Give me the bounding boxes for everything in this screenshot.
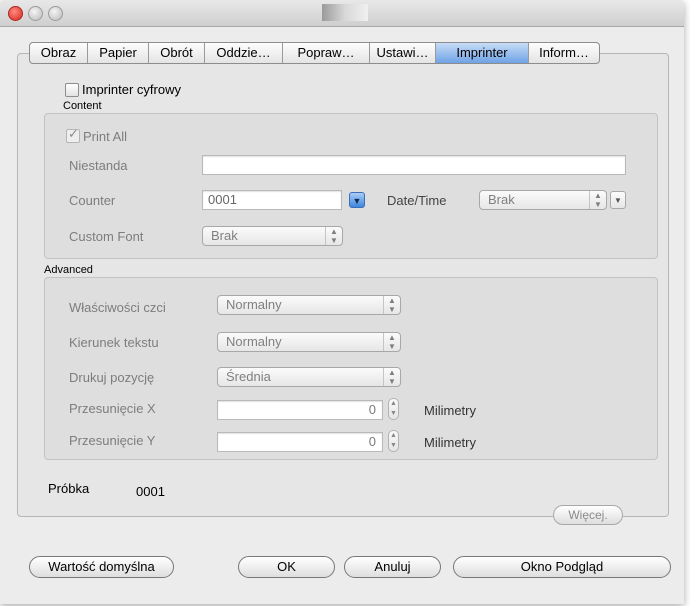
counter-field[interactable]: 0001: [202, 190, 342, 210]
tab-obraz[interactable]: Obraz: [30, 43, 88, 63]
offset-x-label: Przesunięcie X: [69, 401, 156, 416]
up-down-arrows-icon: ▲ ▼: [383, 368, 400, 386]
advanced-section-label: Advanced: [44, 264, 93, 276]
counter-label: Counter: [69, 193, 116, 208]
tab-poprawki[interactable]: Popraw…: [283, 43, 370, 63]
close-window-button[interactable]: [8, 6, 23, 21]
checkmark-icon: ✓: [68, 126, 79, 141]
window-title-image: [322, 4, 368, 21]
offset-y-unit: Milimetry: [424, 435, 476, 450]
offset-y-stepper[interactable]: ▲ ▼: [388, 430, 399, 452]
cancel-button[interactable]: Anuluj: [344, 556, 441, 578]
minimize-window-button[interactable]: [28, 6, 43, 21]
print-dialog-window: Imprinter cyfrowy Content ✓ Print All Ni…: [0, 0, 684, 604]
up-down-arrows-icon: ▲ ▼: [589, 191, 606, 209]
imprinter-checkbox[interactable]: [65, 83, 79, 97]
content-group: ✓ Print All Niestanda Counter 0001 ▼ Dat…: [44, 113, 658, 259]
datetime-dropdown-button[interactable]: ▼: [610, 191, 626, 209]
print-all-label: Print All: [83, 129, 128, 144]
custom-font-popup[interactable]: Brak ▲ ▼: [202, 226, 343, 246]
content-section-label: Content: [63, 100, 102, 112]
triangle-down-icon: ▼: [352, 196, 362, 206]
sample-value: 0001: [136, 484, 165, 499]
tab-content-pane: Imprinter cyfrowy Content ✓ Print All Ni…: [17, 53, 669, 525]
custom-text-field[interactable]: [202, 155, 626, 175]
custom-font-label: Custom Font: [69, 229, 144, 244]
tab-papier[interactable]: Papier: [88, 43, 149, 63]
triangle-down-icon: ▼: [614, 196, 622, 205]
restore-defaults-button[interactable]: Wartość domyślna: [29, 556, 174, 578]
datetime-popup[interactable]: Brak ▲ ▼: [479, 190, 607, 210]
up-down-arrows-icon: ▲ ▼: [383, 296, 400, 314]
title-bar: [0, 0, 684, 27]
font-attributes-label: Właściwości czci: [69, 300, 166, 315]
offset-x-field[interactable]: 0: [217, 400, 383, 420]
up-down-arrows-icon: ▲ ▼: [383, 333, 400, 351]
print-position-popup[interactable]: Średnia ▲ ▼: [217, 367, 401, 387]
offset-x-stepper[interactable]: ▲ ▼: [388, 398, 399, 420]
more-button[interactable]: Więcej.: [553, 505, 623, 525]
tab-ustawienia[interactable]: Ustawi…: [370, 43, 436, 63]
imprinter-checkbox-label: Imprinter cyfrowy: [82, 82, 181, 97]
advanced-group: Właściwości czci Normalny ▲ ▼ Kierunek te…: [44, 277, 658, 460]
tab-informacje[interactable]: Inform…: [529, 43, 599, 63]
datetime-label: Date/Time: [387, 193, 447, 208]
text-direction-label: Kierunek tekstu: [69, 335, 159, 350]
sample-label: Próbka: [48, 481, 90, 496]
offset-y-field[interactable]: 0: [217, 432, 383, 452]
zoom-window-button[interactable]: [48, 6, 63, 21]
custom-text-label: Niestanda: [69, 158, 128, 173]
tab-oddzielanie[interactable]: Oddzie…: [205, 43, 283, 63]
offset-x-unit: Milimetry: [424, 403, 476, 418]
tab-obrot[interactable]: Obrót: [149, 43, 205, 63]
print-all-checkbox[interactable]: ✓: [66, 126, 80, 143]
ok-button[interactable]: OK: [238, 556, 335, 578]
counter-dropdown-button[interactable]: ▼: [349, 192, 365, 208]
print-position-label: Drukuj pozycję: [69, 370, 155, 385]
offset-y-label: Przesunięcie Y: [69, 433, 156, 448]
tab-imprinter[interactable]: Imprinter: [436, 43, 529, 63]
font-attributes-popup[interactable]: Normalny ▲ ▼: [217, 295, 401, 315]
preview-button[interactable]: Okno Podgląd: [453, 556, 671, 578]
tab-bar: Obraz Papier Obrót Oddzie… Popraw… Ustaw…: [29, 42, 600, 64]
up-down-arrows-icon: ▲ ▼: [325, 227, 342, 245]
text-direction-popup[interactable]: Normalny ▲ ▼: [217, 332, 401, 352]
